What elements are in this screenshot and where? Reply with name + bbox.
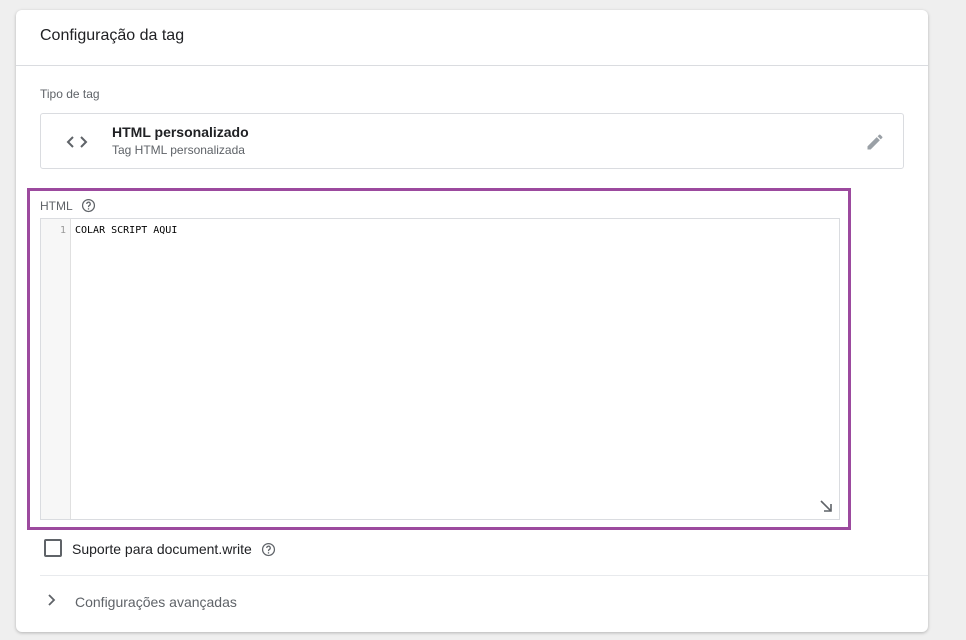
pencil-icon[interactable] [865, 132, 885, 152]
card-title: Configuração da tag [40, 27, 185, 44]
line-number: 1 [59, 225, 66, 236]
help-icon[interactable] [81, 198, 96, 213]
resize-handle-icon[interactable] [819, 499, 833, 513]
section-divider [40, 575, 928, 576]
document-write-checkbox[interactable] [44, 539, 62, 557]
tag-type-name: HTML personalizado [112, 124, 249, 140]
tag-type-selector[interactable]: HTML personalizado Tag HTML personalizad… [40, 113, 904, 169]
html-code-editor[interactable]: 1 COLAR SCRIPT AQUI [40, 218, 840, 520]
tag-type-subtitle: Tag HTML personalizada [112, 143, 245, 157]
advanced-settings-toggle[interactable]: Configurações avançadas [40, 588, 340, 616]
header-divider [16, 65, 928, 66]
line-number-gutter: 1 [41, 219, 71, 519]
document-write-label: Suporte para document.write [72, 541, 252, 557]
code-line[interactable]: COLAR SCRIPT AQUI [75, 225, 177, 236]
code-icon [66, 136, 88, 148]
advanced-settings-label: Configurações avançadas [75, 594, 237, 610]
tag-type-label: Tipo de tag [40, 87, 100, 101]
html-field-label: HTML [40, 199, 73, 213]
tag-configuration-card: Configuração da tag Tipo de tag HTML per… [16, 10, 928, 632]
chevron-right-icon [48, 594, 56, 606]
help-icon[interactable] [261, 542, 276, 557]
